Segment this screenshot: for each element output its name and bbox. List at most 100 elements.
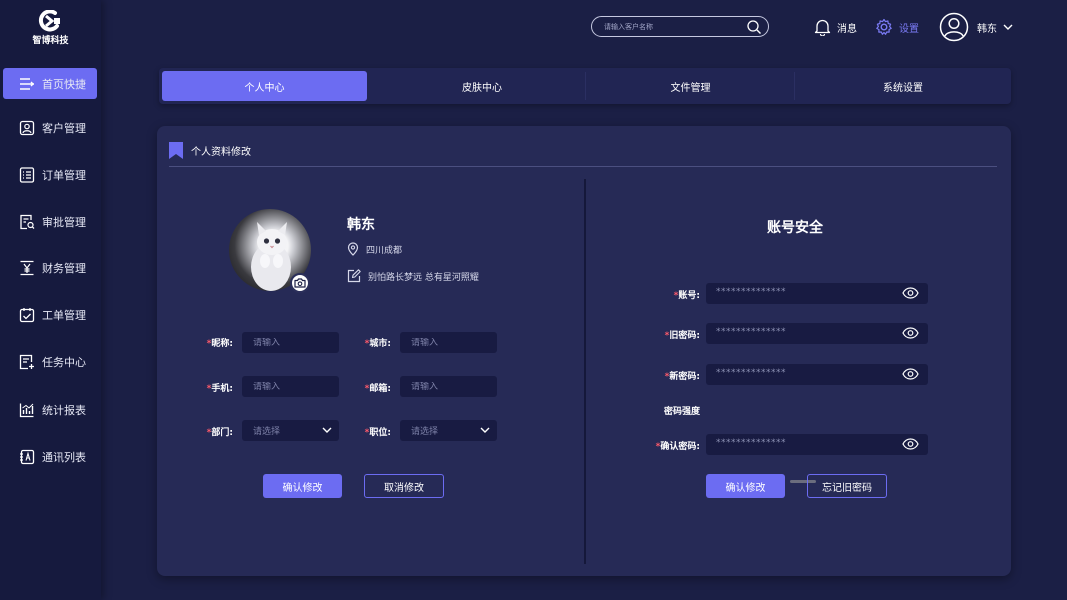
contacts-icon: [18, 448, 36, 466]
sidebar-item-tasks[interactable]: 任务中心: [3, 346, 97, 377]
sidebar: 智博科技 首页快捷 客户管理 订单管理 审批管理 财务管理 工单管理 任务中心 …: [0, 0, 101, 600]
position-select[interactable]: 请选择: [400, 420, 497, 441]
nickname-field: [242, 332, 339, 353]
user-menu[interactable]: 韩东: [939, 12, 1019, 42]
tab-personal-center[interactable]: 个人中心: [162, 71, 367, 101]
profile-cancel-button[interactable]: 取消修改: [364, 474, 444, 498]
sidebar-item-finance[interactable]: 财务管理: [3, 252, 97, 283]
email-input[interactable]: [411, 381, 497, 392]
masked-value: **************: [716, 368, 786, 378]
tab-system-settings[interactable]: 系统设置: [795, 68, 1011, 104]
location-text: 四川成都: [366, 245, 403, 256]
gear-icon: [876, 18, 892, 35]
messages-label: 消息: [837, 23, 857, 35]
bell-icon: [814, 19, 831, 36]
search-input[interactable]: [604, 20, 739, 33]
nickname-label: *昵称:: [206, 339, 233, 349]
profile-confirm-button[interactable]: 确认修改: [263, 474, 342, 498]
old-password-field[interactable]: **************: [706, 323, 928, 344]
change-avatar-button[interactable]: [290, 273, 310, 293]
eye-icon[interactable]: [902, 368, 919, 380]
sidebar-item-approval[interactable]: 审批管理: [3, 206, 97, 237]
account-field[interactable]: **************: [706, 283, 928, 304]
chevron-down-icon: [480, 427, 490, 433]
email-label: *邮箱:: [364, 384, 391, 394]
account-label: *账号:: [673, 291, 700, 301]
sidebar-item-contacts[interactable]: 通讯列表: [3, 441, 97, 472]
old-password-label: *旧密码:: [664, 331, 700, 341]
phone-input[interactable]: [253, 381, 339, 392]
department-label: *部门:: [206, 428, 233, 438]
sidebar-item-label: 首页快捷: [42, 77, 86, 91]
nickname-input[interactable]: [253, 337, 339, 348]
statistics-chart-icon: [18, 401, 36, 419]
sidebar-item-label: 工单管理: [42, 308, 86, 322]
confirm-password-label: *确认密码:: [655, 442, 700, 452]
strength-label: 密码强度: [663, 407, 700, 417]
sidebar-item-statistics[interactable]: 统计报表: [3, 394, 97, 425]
approval-icon: [18, 213, 36, 231]
eye-icon[interactable]: [902, 287, 919, 299]
security-confirm-button[interactable]: 确认修改: [706, 474, 785, 498]
security-title: 账号安全: [767, 220, 823, 236]
user-name: 韩东: [977, 23, 997, 35]
finance-yen-icon: [18, 259, 36, 277]
customer-icon: [18, 119, 36, 137]
city-label: *城市:: [364, 339, 391, 349]
masked-value: **************: [716, 287, 786, 297]
position-label: *职位:: [364, 428, 391, 438]
task-add-icon: [18, 353, 36, 371]
brand-name: 智博科技: [32, 36, 69, 46]
city-input[interactable]: [411, 337, 497, 348]
city-field: [400, 332, 497, 353]
brand-logo[interactable]: 智博科技: [0, 10, 101, 50]
sidebar-item-label: 财务管理: [42, 261, 86, 275]
forgot-password-button[interactable]: 忘记旧密码: [807, 474, 887, 498]
phone-label: *手机:: [206, 384, 233, 394]
sidebar-item-customers[interactable]: 客户管理: [3, 112, 97, 143]
messages-button[interactable]: 消息: [814, 16, 857, 38]
tab-bar: 个人中心 皮肤中心 文件管理 系统设置: [159, 68, 1011, 104]
profile-card: 个人资料修改 韩东 四川成都 别怕路长梦远 总有星河照耀 *昵称: 请输入 *城…: [157, 126, 1011, 576]
department-value: 请选择: [253, 427, 281, 437]
work-order-icon: [18, 306, 36, 324]
chevron-down-icon: [322, 427, 332, 433]
sidebar-item-label: 订单管理: [42, 168, 86, 182]
sidebar-item-label: 统计报表: [42, 403, 86, 417]
tab-file-management[interactable]: 文件管理: [587, 68, 794, 104]
user-avatar-icon: [939, 12, 969, 42]
new-password-field[interactable]: **************: [706, 364, 928, 385]
new-password-label: *新密码:: [664, 372, 700, 382]
section-divider: [584, 179, 586, 564]
sidebar-item-work-orders[interactable]: 工单管理: [3, 299, 97, 330]
location-pin-icon: [347, 242, 359, 256]
sidebar-item-orders[interactable]: 订单管理: [3, 159, 97, 190]
sidebar-item-label: 任务中心: [42, 355, 86, 369]
department-select[interactable]: 请选择: [242, 420, 339, 441]
phone-field: [242, 376, 339, 397]
chevron-down-icon: [1003, 24, 1013, 30]
settings-button[interactable]: 设置: [875, 16, 919, 38]
card-divider: [169, 166, 997, 167]
search-icon[interactable]: [746, 19, 762, 39]
settings-label: 设置: [899, 23, 919, 35]
confirm-password-field[interactable]: **************: [706, 434, 928, 455]
card-header: 个人资料修改: [169, 140, 251, 160]
eye-icon[interactable]: [902, 327, 919, 339]
sidebar-item-label: 审批管理: [42, 215, 86, 229]
bookmark-icon: [169, 141, 183, 159]
tab-skin-center[interactable]: 皮肤中心: [377, 68, 587, 104]
profile-motto: 别怕路长梦远 总有星河照耀: [347, 268, 479, 284]
sidebar-item-home[interactable]: 首页快捷: [3, 68, 97, 99]
position-value: 请选择: [411, 427, 439, 437]
eye-icon[interactable]: [902, 438, 919, 450]
brand-logo-icon: [38, 10, 60, 32]
card-title: 个人资料修改: [191, 146, 251, 158]
email-field: [400, 376, 497, 397]
top-bar: 消息 设置 韩东: [101, 0, 1067, 54]
edit-icon: [347, 269, 361, 283]
sidebar-item-label: 通讯列表: [42, 450, 86, 464]
search-box: [591, 16, 769, 37]
camera-icon: [294, 278, 306, 288]
masked-value: **************: [716, 327, 786, 337]
